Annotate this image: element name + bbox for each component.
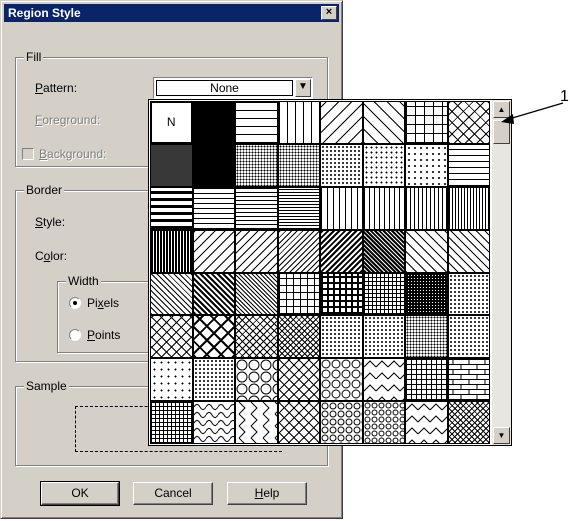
scroll-down-button[interactable]: ▼	[493, 427, 510, 444]
width-group-label: Width	[66, 274, 101, 288]
background-label: Background:	[39, 147, 107, 161]
pattern-swatch-hlines-medium[interactable]	[447, 143, 490, 187]
pattern-swatch-dots-sparser[interactable]	[405, 143, 448, 187]
pattern-swatch-vlines-very-dense[interactable]	[447, 186, 490, 230]
foreground-label: Foreground:	[35, 113, 101, 127]
points-label: Points	[87, 328, 121, 342]
pattern-swatch-diag-up-medium[interactable]	[192, 229, 235, 273]
pattern-swatch-diag-down-dense[interactable]	[150, 272, 193, 316]
pattern-swatch-zigzag-v[interactable]	[235, 401, 278, 444]
pattern-swatch-grid-dense[interactable]	[405, 272, 448, 316]
pattern-swatch-vlines-dense[interactable]	[405, 186, 448, 230]
pattern-swatch-hlines-very-dense[interactable]	[277, 186, 320, 230]
pattern-swatch-dots-fine-gray[interactable]	[405, 315, 448, 359]
pattern-swatch-none[interactable]: N	[150, 101, 193, 144]
pattern-swatch-diamond-gray[interactable]	[277, 315, 320, 359]
style-label: Style:	[35, 215, 66, 229]
pattern-grid: N	[150, 101, 490, 444]
pattern-swatch-diag-down-heavy[interactable]	[192, 272, 235, 316]
pattern-swatch-scales-small[interactable]	[320, 401, 363, 444]
pattern-swatch-dots-dense[interactable]	[150, 143, 193, 187]
pattern-swatch-diag-down-thin[interactable]	[447, 229, 490, 273]
pattern-swatch-vlines-heavy[interactable]	[150, 229, 193, 273]
title-bar: Region Style ×	[4, 4, 339, 22]
color-label: Color:	[35, 249, 68, 263]
sample-group-label: Sample	[24, 379, 69, 393]
pattern-label: Pattern:	[35, 81, 78, 95]
pattern-swatch-diag-down-wide[interactable]	[362, 101, 405, 144]
pattern-swatch-diamond-open[interactable]	[150, 315, 193, 359]
pattern-swatch-hlines-wide[interactable]	[235, 101, 278, 144]
pixels-radio[interactable]	[69, 297, 81, 309]
pattern-dropdown-value: None	[156, 80, 293, 96]
pattern-swatch-diag-up-dense[interactable]	[277, 229, 320, 273]
none-swatch-label: N	[166, 115, 176, 129]
pattern-palette: N	[148, 99, 493, 446]
pattern-swatch-diag-up-thin[interactable]	[235, 229, 278, 273]
pattern-swatch-zigzag-wave[interactable]	[362, 358, 405, 402]
callout-number: 1	[560, 88, 569, 105]
close-button[interactable]: ×	[321, 6, 337, 20]
pattern-swatch-confetti-light[interactable]	[362, 315, 405, 359]
pattern-swatch-diag-up-wide[interactable]	[320, 101, 363, 144]
pattern-swatch-checker-wave[interactable]	[277, 358, 320, 402]
pattern-swatch-vlines-thin[interactable]	[362, 186, 405, 230]
window-title: Region Style	[8, 6, 81, 20]
cancel-button[interactable]: Cancel	[133, 482, 213, 505]
pattern-swatch-diamond-dotted[interactable]	[235, 315, 278, 359]
pattern-swatch-grid-wide[interactable]	[405, 101, 448, 144]
background-checkbox[interactable]	[22, 148, 34, 160]
pattern-swatch-hatch-light[interactable]	[447, 315, 490, 359]
pattern-swatch-solid[interactable]	[192, 101, 235, 144]
pattern-swatch-scales[interactable]	[320, 358, 363, 402]
pattern-swatch-dots-light[interactable]	[320, 143, 363, 187]
pattern-swatch-grid-fine[interactable]	[362, 272, 405, 316]
callout-arrow	[501, 102, 564, 124]
pattern-swatch-grid-medium[interactable]	[277, 272, 320, 316]
pattern-swatch-hlines-dense[interactable]	[235, 186, 278, 230]
pattern-swatch-grid-thick[interactable]	[320, 272, 363, 316]
pattern-swatch-diag-down-very-dense[interactable]	[235, 272, 278, 316]
pattern-swatch-diag-up-heavy[interactable]	[320, 229, 363, 273]
pattern-swatch-dots-scatter[interactable]	[150, 358, 193, 402]
pattern-swatch-vlines-medium[interactable]	[320, 186, 363, 230]
pattern-swatch-vlines-wide[interactable]	[277, 101, 320, 144]
pattern-dropdown[interactable]: None ▼	[153, 77, 313, 99]
pattern-swatch-hlines-thin[interactable]	[192, 186, 235, 230]
pattern-swatch-hlines-thick[interactable]	[150, 186, 193, 230]
pattern-swatch-zigzag-horizontal[interactable]	[405, 401, 448, 444]
pattern-swatch-dots-tiny[interactable]	[447, 272, 490, 316]
pattern-swatch-confetti[interactable]	[320, 315, 363, 359]
pattern-swatch-diamond-bold[interactable]	[192, 315, 235, 359]
fill-group-label: Fill	[24, 50, 44, 64]
ok-button[interactable]: OK	[40, 481, 120, 506]
pattern-swatch-crosshatch-wide[interactable]	[447, 101, 490, 144]
pattern-swatch-diag-down-dark[interactable]	[362, 229, 405, 273]
help-button[interactable]: Help	[227, 482, 307, 505]
pattern-swatch-small-grid[interactable]	[150, 401, 193, 444]
pattern-swatch-dots-scatter-light[interactable]	[192, 358, 235, 402]
dropdown-arrow-icon[interactable]: ▼	[295, 79, 311, 97]
pattern-swatch-dots-sparse[interactable]	[362, 143, 405, 187]
pattern-swatch-dots-dark[interactable]	[192, 143, 235, 187]
points-radio[interactable]	[69, 329, 81, 341]
close-icon: ×	[325, 6, 333, 18]
pattern-swatch-dots-medium[interactable]	[235, 143, 278, 187]
pattern-swatch-diag-down-medium[interactable]	[405, 229, 448, 273]
pattern-swatch-scales-fine[interactable]	[362, 401, 405, 444]
pixels-label: Pixels	[87, 296, 120, 310]
pattern-swatch-dots-gray[interactable]	[277, 143, 320, 187]
pattern-swatch-diag-weave[interactable]	[277, 401, 320, 444]
pattern-swatch-brick[interactable]	[447, 358, 490, 402]
pattern-swatch-waves[interactable]	[192, 401, 235, 444]
pattern-swatch-circles[interactable]	[235, 358, 278, 402]
pattern-swatch-brick-grid[interactable]	[405, 358, 448, 402]
pattern-swatch-weave-dense[interactable]	[447, 401, 490, 444]
palette-scrollbar[interactable]: ▲ ▼	[492, 99, 512, 446]
border-group-label: Border	[24, 183, 65, 197]
